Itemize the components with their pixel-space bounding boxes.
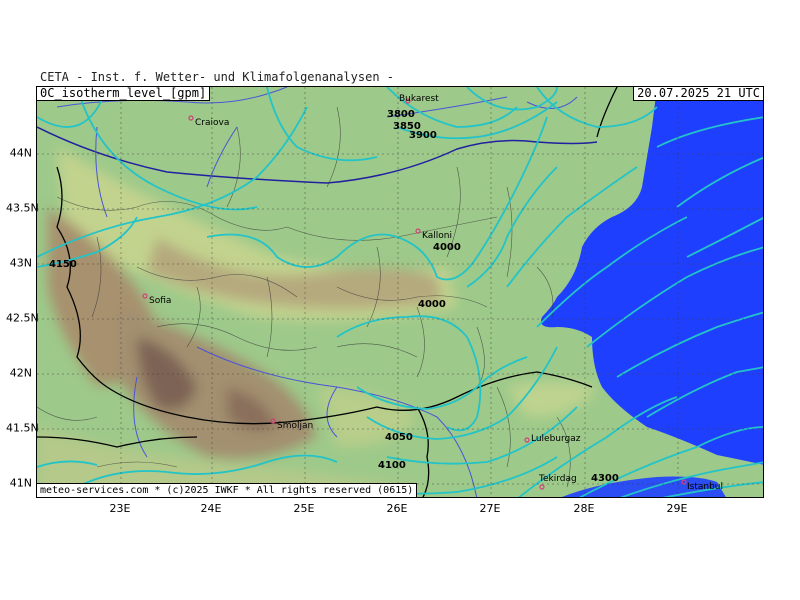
x-tick-label: 28E — [573, 502, 595, 515]
y-tick-label: 41.5N — [6, 421, 39, 435]
city-label: Kalloni — [422, 231, 452, 241]
contour-label: 3800 — [387, 109, 415, 120]
map-canvas: 3800385039004000400041504050410041004300… — [37, 87, 763, 497]
x-tick-label: 25E — [293, 502, 315, 515]
contour-label: 3900 — [409, 130, 437, 141]
contour-label: 4050 — [385, 432, 413, 443]
y-tick-label: 44N — [9, 146, 32, 160]
y-tick-label: 43N — [9, 256, 32, 270]
city-label: Bukarest — [399, 94, 439, 104]
x-tick-label: 24E — [200, 502, 222, 515]
x-tick-label: 27E — [479, 502, 501, 515]
x-tick-label: 26E — [386, 502, 408, 515]
contour-label: 4000 — [433, 242, 461, 253]
credit-label: meteo-services.com * (c)2025 IWKF * All … — [37, 483, 418, 497]
city-label: Istanbul — [687, 482, 723, 492]
x-tick-label: 23E — [109, 502, 131, 515]
city-label: Craiova — [195, 118, 229, 128]
y-tick-label: 41N — [9, 476, 32, 490]
contour-label: 4300 — [591, 473, 619, 484]
city-label: Sofia — [149, 296, 171, 306]
map-frame[interactable]: 3800385039004000400041504050410041004300… — [36, 86, 764, 498]
city-label: Luleburgaz — [531, 434, 581, 444]
institute-title: CETA - Inst. f. Wetter- und Klimafolgena… — [40, 70, 395, 84]
y-tick-label: 43.5N — [6, 201, 39, 215]
city-label: Tekirdag — [538, 474, 577, 484]
contour-label: 4100 — [378, 460, 406, 471]
x-tick-label: 29E — [666, 502, 688, 515]
parameter-label: 0C_isotherm_level_[gpm] — [37, 87, 211, 101]
y-tick-label: 42.5N — [6, 311, 39, 325]
contour-label: 4000 — [418, 299, 446, 310]
contour-label: 4150 — [49, 259, 77, 270]
valid-time-label: 20.07.2025 21 UTC — [633, 87, 763, 101]
city-label: Smoljan — [277, 421, 313, 431]
y-tick-label: 42N — [9, 366, 32, 380]
